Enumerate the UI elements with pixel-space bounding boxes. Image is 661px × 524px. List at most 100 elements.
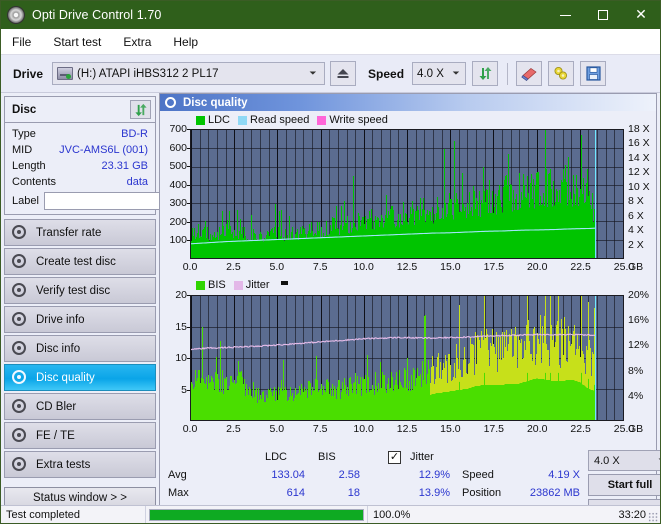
ldc-y-tick-left: 400 xyxy=(169,178,187,191)
sidebar-item-label: Disc quality xyxy=(36,371,95,384)
disc-row-key: Contents xyxy=(12,176,57,188)
grid-line xyxy=(623,130,624,258)
tick-mark xyxy=(187,326,190,328)
disc-label-row: Label xyxy=(5,190,219,214)
menu-item-start-test[interactable]: Start test xyxy=(51,33,111,51)
legend-marker-icon xyxy=(280,280,288,285)
legend-swatch-write-speed xyxy=(317,115,327,125)
stats-bis-max: 18 xyxy=(347,487,360,499)
ldc-y-tick-right: 12 X xyxy=(628,166,650,179)
erase-button[interactable] xyxy=(516,61,543,86)
stats-header-ldc: LDC xyxy=(265,451,288,463)
drive-toolbar: Drive (H:) ATAPI iHBS312 2 PL17 ⏷ Speed … xyxy=(1,55,660,93)
bis-x-tick: 2.5 xyxy=(226,423,241,435)
stats-speed-key: Speed xyxy=(462,469,494,481)
disc-row-value: data xyxy=(126,176,148,188)
sidebar-item-drive-info[interactable]: Drive info xyxy=(4,306,156,333)
disc-row-mid: MID JVC-AMS6L (001) xyxy=(5,142,155,158)
sidebar-item-label: Create test disc xyxy=(36,255,116,268)
progress-track xyxy=(149,508,364,521)
drive-select[interactable]: (H:) ATAPI iHBS312 2 PL17 ⏷ xyxy=(52,62,326,85)
sidebar-item-create-test-disc[interactable]: Create test disc xyxy=(4,248,156,275)
ldc-y-tick-right: 16 X xyxy=(628,137,650,150)
disc-row-value: JVC-AMS6L (001) xyxy=(59,144,148,156)
drive-label: Drive xyxy=(13,66,44,81)
tick-mark xyxy=(187,184,190,186)
stats-row-label-max: Max xyxy=(168,487,189,499)
plot-series xyxy=(191,296,596,420)
progress-fill xyxy=(150,509,363,520)
sidebar: Disc Type BD-R MID JVC-AMS6L (001) Lengt… xyxy=(1,93,219,523)
stats-header-bis: BIS xyxy=(318,451,336,463)
floppy-save-icon xyxy=(585,66,601,81)
eject-icon xyxy=(337,69,349,78)
jitter-checkbox[interactable]: ✓ xyxy=(388,451,401,464)
maximize-button[interactable] xyxy=(584,1,622,29)
save-button[interactable] xyxy=(580,61,607,86)
bis-jitter-plot[interactable] xyxy=(190,295,624,421)
window-title: Opti Drive Control 1.70 xyxy=(32,8,162,22)
stats-position-value: 23862 MB xyxy=(529,487,580,499)
sidebar-item-disc-info[interactable]: Disc info xyxy=(4,335,156,362)
menu-item-file[interactable]: File xyxy=(10,33,41,51)
sidebar-item-fe-te[interactable]: FE / TE xyxy=(4,422,156,449)
progress-bar xyxy=(146,505,368,523)
status-bar: Test completed 100.0% 33:20 xyxy=(1,505,660,523)
ldc-x-tick: 5.0 xyxy=(269,261,285,273)
sidebar-item-extra-tests[interactable]: Extra tests xyxy=(4,451,156,478)
sidebar-item-cd-bler[interactable]: CD Bler xyxy=(4,393,156,420)
sidebar-item-verify-test-disc[interactable]: Verify test disc xyxy=(4,277,156,304)
ldc-y-tick-left: 700 xyxy=(169,123,187,135)
disc-icon xyxy=(12,312,27,327)
disc-icon xyxy=(12,370,27,385)
test-speed-value: 4.0 X xyxy=(594,454,620,467)
speed-select[interactable]: 4.0 X ⏷ xyxy=(412,62,467,85)
close-button[interactable]: ✕ xyxy=(622,1,660,29)
resize-grip-icon[interactable] xyxy=(648,512,658,522)
stats-jitter-avg: 12.9% xyxy=(418,469,450,481)
tick-mark xyxy=(187,240,190,242)
toolbar-separator xyxy=(507,62,509,85)
disc-icon xyxy=(12,457,27,472)
test-speed-select[interactable]: 4.0 X ⏷ xyxy=(588,450,660,471)
disc-icon xyxy=(165,97,176,108)
refresh-button[interactable] xyxy=(472,61,499,86)
app-disc-icon xyxy=(7,6,25,24)
sidebar-item-transfer-rate[interactable]: Transfer rate xyxy=(4,219,156,246)
stats-speed-value: 4.19 X xyxy=(548,469,580,481)
ldc-y-tick-right: 10 X xyxy=(628,180,650,193)
tick-mark xyxy=(187,203,190,205)
ldc-x-tick: 17.5 xyxy=(483,261,505,273)
sidebar-item-label: Disc info xyxy=(36,342,81,355)
disc-row-key: MID xyxy=(12,144,33,156)
disc-refresh-button[interactable] xyxy=(130,100,151,119)
ldc-y-tick-right: 6 X xyxy=(628,209,644,222)
menu-item-extra[interactable]: Extra xyxy=(121,33,161,51)
ldc-x-axis-label: GB xyxy=(628,261,644,273)
ldc-x-tick: 20.0 xyxy=(526,261,548,273)
menu-bar: File Start test Extra Help xyxy=(1,29,660,55)
bis-x-tick: 10.0 xyxy=(353,423,374,435)
ldc-x-tick: 0.0 xyxy=(182,261,198,273)
sidebar-item-label: Drive info xyxy=(36,313,85,326)
drive-select-value: (H:) ATAPI iHBS312 2 PL17 xyxy=(77,67,219,80)
minimize-button[interactable] xyxy=(546,1,584,29)
eject-button[interactable] xyxy=(330,61,357,86)
menu-item-help[interactable]: Help xyxy=(171,33,208,51)
disc-panel-header: Disc xyxy=(5,97,155,123)
disc-row-key: Length xyxy=(12,160,46,172)
tools-icon xyxy=(554,67,568,80)
legend-label-read-speed: Read speed xyxy=(250,114,310,126)
bis-x-tick: 15.0 xyxy=(440,423,461,435)
sidebar-item-disc-quality[interactable]: Disc quality xyxy=(4,364,156,391)
speed-label: Speed xyxy=(368,66,405,81)
sidebar-item-label: FE / TE xyxy=(36,429,75,442)
ldc-y-tick-right: 14 X xyxy=(628,151,650,164)
stats-ldc-max: 614 xyxy=(286,487,305,499)
tools-button[interactable] xyxy=(548,61,575,86)
chevron-down-icon: ⏷ xyxy=(653,455,660,466)
ldc-y-tick-left: 100 xyxy=(169,234,187,247)
ldc-plot[interactable] xyxy=(190,129,624,259)
chevron-down-icon: ⏷ xyxy=(452,68,460,78)
start-full-button[interactable]: Start full xyxy=(588,474,660,496)
